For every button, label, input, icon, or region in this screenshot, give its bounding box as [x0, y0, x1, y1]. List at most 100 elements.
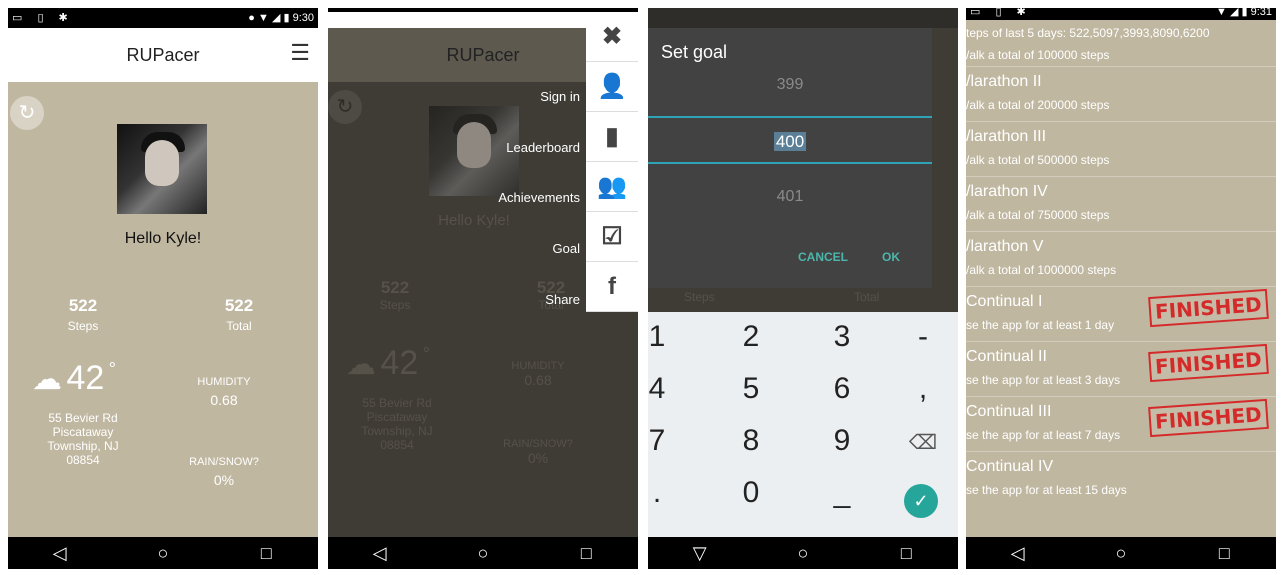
- menu-item-sign-in[interactable]: Sign in: [540, 89, 580, 104]
- steps-label: Steps: [67, 319, 99, 333]
- weather-temp: ☁ 42 °: [32, 359, 116, 398]
- nav-bar: ◁ ○ □: [328, 537, 638, 569]
- address-line: 08854: [66, 453, 100, 467]
- achievement-item: Continual II se the app for at least 3 d…: [966, 342, 1276, 397]
- achievement-desc: /alk a total of 100000 steps: [966, 48, 1110, 62]
- achievement-item: /larathon III /alk a total of 500000 ste…: [966, 122, 1276, 177]
- key-2[interactable]: 2: [712, 320, 790, 354]
- clock: 9:30: [292, 12, 314, 24]
- humidity-value: 0.68: [210, 392, 238, 408]
- checkbox-icon[interactable]: ☑: [586, 212, 638, 262]
- achievement-item: /larathon II /alk a total of 200000 step…: [966, 67, 1276, 122]
- menu-list-icon[interactable]: ☰: [290, 40, 310, 66]
- achievement-item: Continual I se the app for at least 1 da…: [966, 287, 1276, 342]
- humidity: HUMIDITY 0.68: [178, 376, 270, 408]
- key-1[interactable]: 1: [648, 320, 696, 354]
- achievement-name: Continual III: [966, 403, 1052, 420]
- last-five-days-steps: teps of last 5 days: 522,5097,3993,8090,…: [966, 26, 1210, 40]
- person-add-icon[interactable]: 👤: [586, 62, 638, 112]
- weather-temp: ☁ 42 °: [346, 344, 430, 383]
- finished-stamp: FINISHED: [1148, 288, 1269, 328]
- facebook-icon[interactable]: f: [586, 262, 638, 312]
- key-space[interactable]: _: [803, 476, 881, 510]
- rain-value: 0%: [527, 450, 549, 466]
- achievement-item: Continual IV se the app for at least 15 …: [966, 452, 1276, 507]
- steps-value: 522: [380, 278, 410, 297]
- key-8[interactable]: 8: [712, 424, 790, 458]
- key-0[interactable]: 0: [712, 476, 790, 510]
- back-icon[interactable]: ◁: [1003, 543, 1033, 564]
- achievement-desc: se the app for at least 7 days: [966, 428, 1121, 442]
- achievement-desc: se the app for at least 1 day: [966, 318, 1115, 332]
- key-4[interactable]: 4: [648, 372, 696, 406]
- recents-icon[interactable]: □: [251, 543, 281, 564]
- picker-prev-value[interactable]: 399: [648, 76, 932, 94]
- app-title: RUPacer: [126, 45, 200, 65]
- set-goal-screen: Steps Total Set goal 399 400 401 CANCEL …: [648, 8, 958, 569]
- rain-label: RAIN/SNOW?: [189, 456, 259, 468]
- achievement-item: /larathon IV /alk a total of 750000 step…: [966, 177, 1276, 232]
- backspace-icon[interactable]: ⌫: [884, 430, 958, 455]
- achievement-name: /larathon II: [966, 73, 1042, 90]
- home-icon[interactable]: ○: [1106, 543, 1136, 564]
- key-6[interactable]: 6: [803, 372, 881, 406]
- key-7[interactable]: 7: [648, 424, 696, 458]
- avatar: [117, 124, 207, 214]
- goal-input[interactable]: 400: [648, 132, 932, 152]
- menu-item-achievements[interactable]: Achievements: [498, 190, 580, 205]
- close-icon[interactable]: ✖: [586, 12, 638, 62]
- key-5[interactable]: 5: [712, 372, 790, 406]
- app-bar: RUPacer ☰: [8, 28, 318, 82]
- back-icon[interactable]: ◁: [45, 543, 75, 564]
- achievement-name: /larathon V: [966, 238, 1044, 255]
- menu-item-goal[interactable]: Goal: [553, 241, 580, 256]
- degree-symbol: °: [422, 344, 430, 364]
- address-line: Township, NJ: [361, 424, 433, 438]
- nav-bar: ◁ ○ □: [8, 537, 318, 569]
- steps-value: 522: [68, 296, 98, 315]
- achievement-name: Continual II: [966, 348, 1047, 365]
- done-check-icon[interactable]: ✓: [904, 484, 938, 518]
- group-icon[interactable]: 👥: [586, 162, 638, 212]
- leaderboard-icon[interactable]: ▮: [586, 112, 638, 162]
- status-bar: ▭ ▯ ✱ ● ▼ ◢ ▮ 9:30: [8, 8, 318, 28]
- refresh-icon: ↻: [328, 90, 362, 124]
- key-period[interactable]: .: [648, 476, 696, 510]
- home-icon[interactable]: ○: [788, 543, 818, 564]
- hide-keyboard-icon[interactable]: ▽: [685, 543, 715, 564]
- finished-stamp: FINISHED: [1148, 343, 1269, 383]
- home-content: ↻ Hello Kyle! 522 Steps 522 Total ☁ 42 °…: [8, 82, 318, 537]
- ok-button[interactable]: OK: [882, 250, 900, 264]
- address-line: 08854: [380, 438, 414, 452]
- home-icon[interactable]: ○: [148, 543, 178, 564]
- status-right: ▼ ◢ ▮ 9:31: [1216, 8, 1272, 18]
- achievement-item: Continual III se the app for at least 7 …: [966, 397, 1276, 452]
- total-value: 522: [224, 296, 254, 315]
- refresh-icon[interactable]: ↻: [10, 96, 44, 130]
- home-icon[interactable]: ○: [468, 543, 498, 564]
- recents-icon[interactable]: □: [1209, 543, 1239, 564]
- key-3[interactable]: 3: [803, 320, 881, 354]
- key-minus[interactable]: -: [884, 320, 958, 354]
- menu-item-leaderboard[interactable]: Leaderboard: [506, 140, 580, 155]
- key-9[interactable]: 9: [803, 424, 881, 458]
- achievement-item: /larathon V /alk a total of 1000000 step…: [966, 232, 1276, 287]
- achievement-desc: /alk a total of 200000 steps: [966, 98, 1110, 112]
- humidity-value: 0.68: [524, 372, 552, 388]
- picker-next-value[interactable]: 401: [648, 188, 932, 206]
- goal-dialog: Set goal 399 400 401 CANCEL OK: [648, 28, 932, 288]
- back-icon[interactable]: ◁: [365, 543, 395, 564]
- key-comma[interactable]: ,: [884, 372, 958, 406]
- total-label: Total: [854, 290, 880, 304]
- numeric-keypad: 1 2 3 - 4 5 6 , 7 8 9 ⌫ . 0 _ ✓: [648, 312, 958, 537]
- rain-label: RAIN/SNOW?: [503, 438, 573, 450]
- address-line: 55 Bevier Rd: [362, 396, 432, 410]
- recents-icon[interactable]: □: [571, 543, 601, 564]
- cloud-icon: ☁: [32, 363, 62, 396]
- greeting: Hello Kyle!: [124, 230, 202, 247]
- menu-item-share[interactable]: Share: [545, 292, 580, 307]
- recents-icon[interactable]: □: [891, 543, 921, 564]
- dimmed-status-bar: [648, 8, 958, 28]
- nav-bar: ◁ ○ □: [966, 537, 1276, 569]
- cancel-button[interactable]: CANCEL: [798, 250, 848, 264]
